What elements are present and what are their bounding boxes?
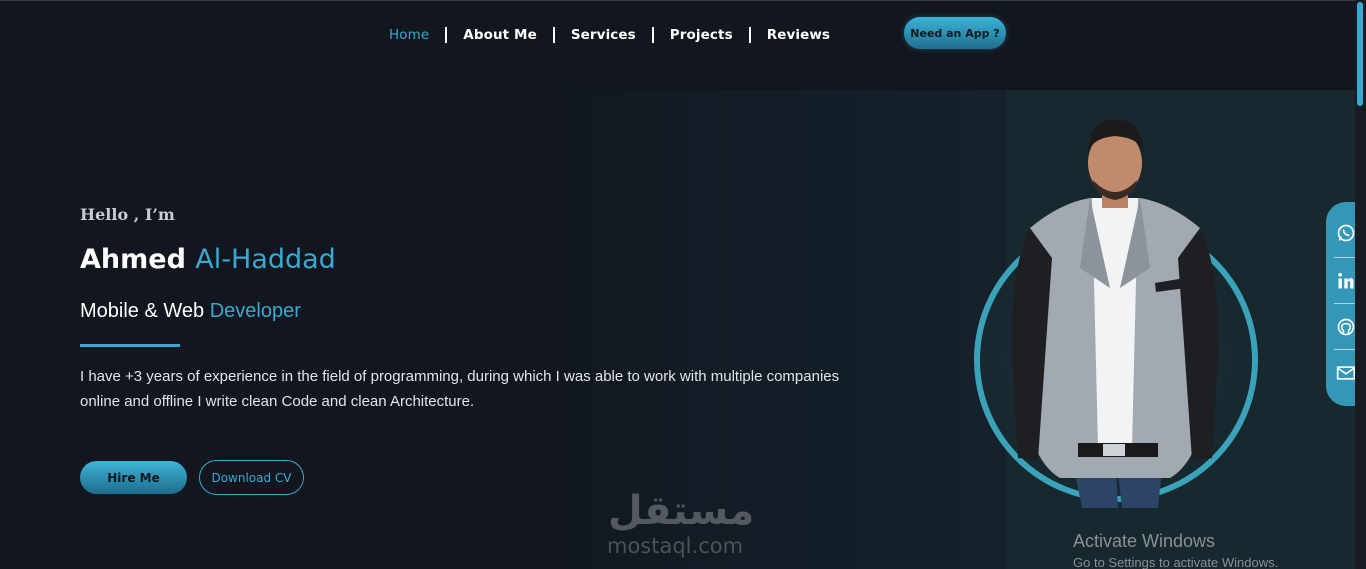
need-an-app-button[interactable]: Need an App ? <box>904 17 1006 49</box>
hero-greeting: Hello , I’m <box>80 205 175 224</box>
nav-separator <box>552 27 555 43</box>
hire-me-button[interactable]: Hire Me <box>80 461 187 494</box>
nav-link-projects[interactable]: Projects <box>670 27 733 43</box>
mostaql-watermark: مستقل mostaql.com <box>600 488 770 568</box>
nav-link-about-me[interactable]: About Me <box>463 27 537 43</box>
nav-link-home[interactable]: Home <box>389 27 429 43</box>
nav-link-reviews[interactable]: Reviews <box>767 27 830 43</box>
portrait-photo <box>1011 119 1219 508</box>
nav-separator <box>748 27 751 43</box>
top-navigation: Home About Me Services Projects Reviews … <box>0 0 1366 70</box>
hero-last-name: Al-Haddad <box>195 244 336 275</box>
hero-role: Mobile & Web Developer <box>80 300 301 323</box>
watermark-latin-text: mostaql.com <box>607 534 744 558</box>
scrollbar-thumb[interactable] <box>1357 2 1363 106</box>
hero-name: Ahmed Al-Haddad <box>80 244 336 275</box>
nav-separator <box>445 27 448 43</box>
hero-description: I have +3 years of experience in the fie… <box>80 368 840 410</box>
download-cv-button[interactable]: Download CV <box>199 460 304 495</box>
hero-role-prefix: Mobile & Web <box>80 300 205 322</box>
activate-windows-title: Activate Windows <box>1073 531 1216 551</box>
hero-first-name: Ahmed <box>80 244 186 275</box>
activate-windows-subtitle: Go to Settings to activate Windows. <box>1073 555 1279 569</box>
watermark-arabic-text: مستقل <box>608 488 755 534</box>
nav-links: Home About Me Services Projects Reviews <box>389 25 830 45</box>
nav-separator <box>651 27 654 43</box>
hero-role-highlight: Developer <box>209 300 301 322</box>
nav-link-services[interactable]: Services <box>571 27 636 43</box>
hero-divider <box>80 344 180 347</box>
